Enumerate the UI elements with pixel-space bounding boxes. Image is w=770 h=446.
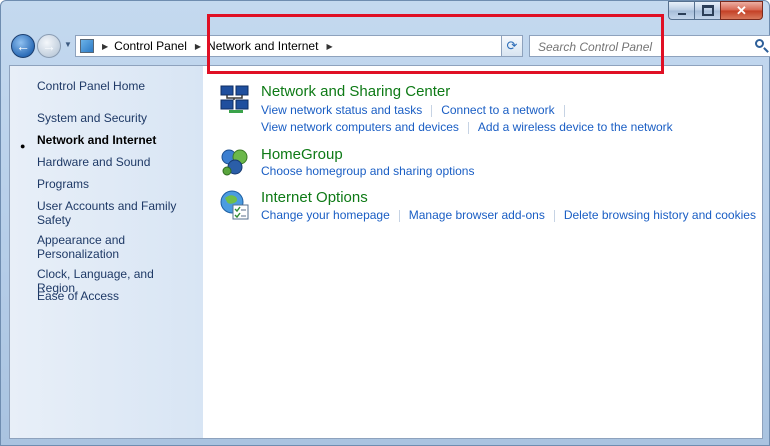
current-item-bullet: ● — [20, 141, 26, 151]
homegroup-links-row: Choose homegroup and sharing options — [261, 164, 474, 178]
link-add-wireless-device[interactable]: Add a wireless device to the network — [478, 120, 673, 134]
caption-buttons: ✕ — [668, 1, 763, 20]
close-button[interactable]: ✕ — [720, 1, 763, 20]
close-icon: ✕ — [736, 3, 747, 18]
main-panel: Network and Sharing Center View network … — [203, 66, 762, 438]
sidebar-item-system-security[interactable]: System and Security — [37, 111, 187, 125]
back-arrow-icon: ← — [16, 38, 30, 54]
breadcrumb-control-panel[interactable]: Control Panel — [114, 39, 187, 53]
sidebar: Control Panel Home System and Security ●… — [10, 66, 203, 438]
link-choose-homegroup[interactable]: Choose homegroup and sharing options — [261, 164, 474, 178]
minimize-icon — [677, 12, 686, 15]
link-view-network-status[interactable]: View network status and tasks — [261, 103, 422, 117]
link-separator — [398, 209, 400, 222]
link-separator — [467, 121, 469, 134]
sidebar-item-programs[interactable]: Programs — [37, 177, 187, 191]
sidebar-item-user-accounts[interactable]: User Accounts and Family Safety — [37, 199, 177, 227]
network-sharing-links-row2: View network computers and devices Add a … — [261, 120, 673, 134]
link-change-homepage[interactable]: Change your homepage — [261, 208, 390, 222]
control-panel-window: ✕ ← → ▼ ▶ Control Panel ▶ Network and In… — [0, 0, 770, 446]
control-panel-icon — [80, 39, 94, 53]
breadcrumb-chevron-icon[interactable]: ▶ — [195, 42, 201, 51]
content-area: Control Panel Home System and Security ●… — [9, 65, 763, 439]
sidebar-control-panel-home[interactable]: Control Panel Home — [37, 79, 187, 93]
category-title-internet-options[interactable]: Internet Options — [261, 189, 368, 206]
link-connect-to-network[interactable]: Connect to a network — [441, 103, 554, 117]
sidebar-item-ease-of-access[interactable]: Ease of Access — [37, 289, 187, 303]
link-delete-browsing-history[interactable]: Delete browsing history and cookies — [564, 208, 756, 222]
link-separator — [553, 209, 555, 222]
back-button[interactable]: ← — [11, 34, 35, 58]
category-title-homegroup[interactable]: HomeGroup — [261, 146, 343, 163]
category-title-network-sharing[interactable]: Network and Sharing Center — [261, 83, 450, 100]
sidebar-item-appearance[interactable]: Appearance and Personalization — [37, 233, 137, 261]
sidebar-item-network-internet: Network and Internet — [37, 133, 157, 147]
maximize-icon — [701, 5, 714, 16]
sidebar-item-hardware-sound[interactable]: Hardware and Sound — [37, 155, 187, 169]
homegroup-icon — [221, 149, 248, 176]
link-separator — [563, 104, 565, 117]
link-manage-addons[interactable]: Manage browser add-ons — [409, 208, 545, 222]
breadcrumb-chevron-icon[interactable]: ▶ — [102, 42, 108, 51]
recent-pages-dropdown-icon[interactable]: ▼ — [64, 40, 72, 50]
network-sharing-icon — [220, 85, 249, 113]
link-view-network-computers[interactable]: View network computers and devices — [261, 120, 459, 134]
forward-arrow-icon: → — [42, 38, 56, 54]
minimize-button[interactable] — [668, 1, 694, 20]
forward-button[interactable]: → — [37, 34, 61, 58]
maximize-button[interactable] — [694, 1, 720, 20]
internet-options-links-row: Change your homepage Manage browser add-o… — [261, 208, 756, 222]
link-separator — [431, 104, 433, 117]
network-sharing-links-row1: View network status and tasks Connect to … — [261, 103, 574, 117]
search-icon[interactable] — [755, 39, 764, 48]
highlight-box — [207, 14, 664, 74]
internet-options-icon — [220, 190, 249, 220]
